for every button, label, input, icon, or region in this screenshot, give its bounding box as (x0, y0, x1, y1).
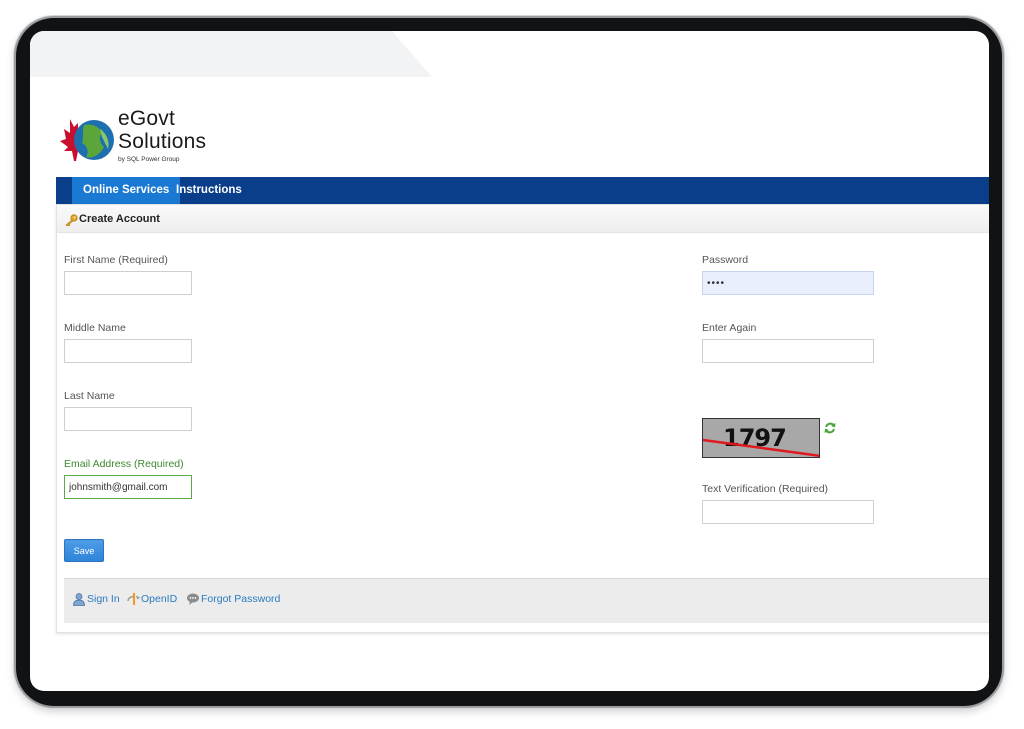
brand-byline: by SQL Power Group (118, 156, 180, 163)
panel-title: Create Account (79, 213, 160, 225)
first-name-label: First Name (Required) (64, 254, 168, 266)
create-account-panel: Create Account First Name (Required) Mid… (56, 204, 989, 633)
email-label: Email Address (Required) (64, 458, 184, 470)
brand-name-line2: Solutions (118, 130, 207, 153)
forgot-password-link[interactable]: Forgot Password (201, 593, 280, 605)
logo-maple-globe-icon (60, 119, 114, 161)
screen: eGovt Solutions by SQL Power Group Onlin… (30, 31, 989, 691)
openid-link[interactable]: OpenID (141, 593, 177, 605)
panel-header: Create Account (57, 205, 989, 233)
tab-instructions[interactable]: Instructions (165, 177, 253, 204)
key-icon (65, 214, 78, 226)
speech-bubble-icon (187, 593, 199, 605)
user-icon (73, 593, 85, 606)
verification-field[interactable] (702, 500, 874, 524)
panel-footer: Sign In OpenID Forgot Password (64, 578, 989, 623)
captcha-strike-line (703, 438, 819, 457)
email-field[interactable] (64, 475, 192, 499)
refresh-icon[interactable] (823, 421, 837, 435)
first-name-field[interactable] (64, 271, 192, 295)
verification-label: Text Verification (Required) (702, 483, 829, 495)
enter-again-field[interactable] (702, 339, 874, 363)
sign-in-link[interactable]: Sign In (87, 593, 120, 605)
brand-logo[interactable]: eGovt Solutions by SQL Power Group (56, 107, 226, 167)
password-label: Password (702, 254, 749, 266)
middle-name-label: Middle Name (64, 322, 126, 334)
last-name-label: Last Name (64, 390, 115, 402)
middle-name-field[interactable] (64, 339, 192, 363)
captcha-image: 1797 (702, 418, 820, 458)
save-button[interactable]: Save (64, 539, 104, 562)
password-field[interactable] (702, 271, 874, 295)
main-nav: Online Services Instructions (56, 177, 989, 204)
enter-again-label: Enter Again (702, 322, 757, 334)
screen-glare (30, 31, 432, 77)
brand-name-line1: eGovt (118, 107, 176, 130)
last-name-field[interactable] (64, 407, 192, 431)
openid-icon (127, 593, 140, 605)
